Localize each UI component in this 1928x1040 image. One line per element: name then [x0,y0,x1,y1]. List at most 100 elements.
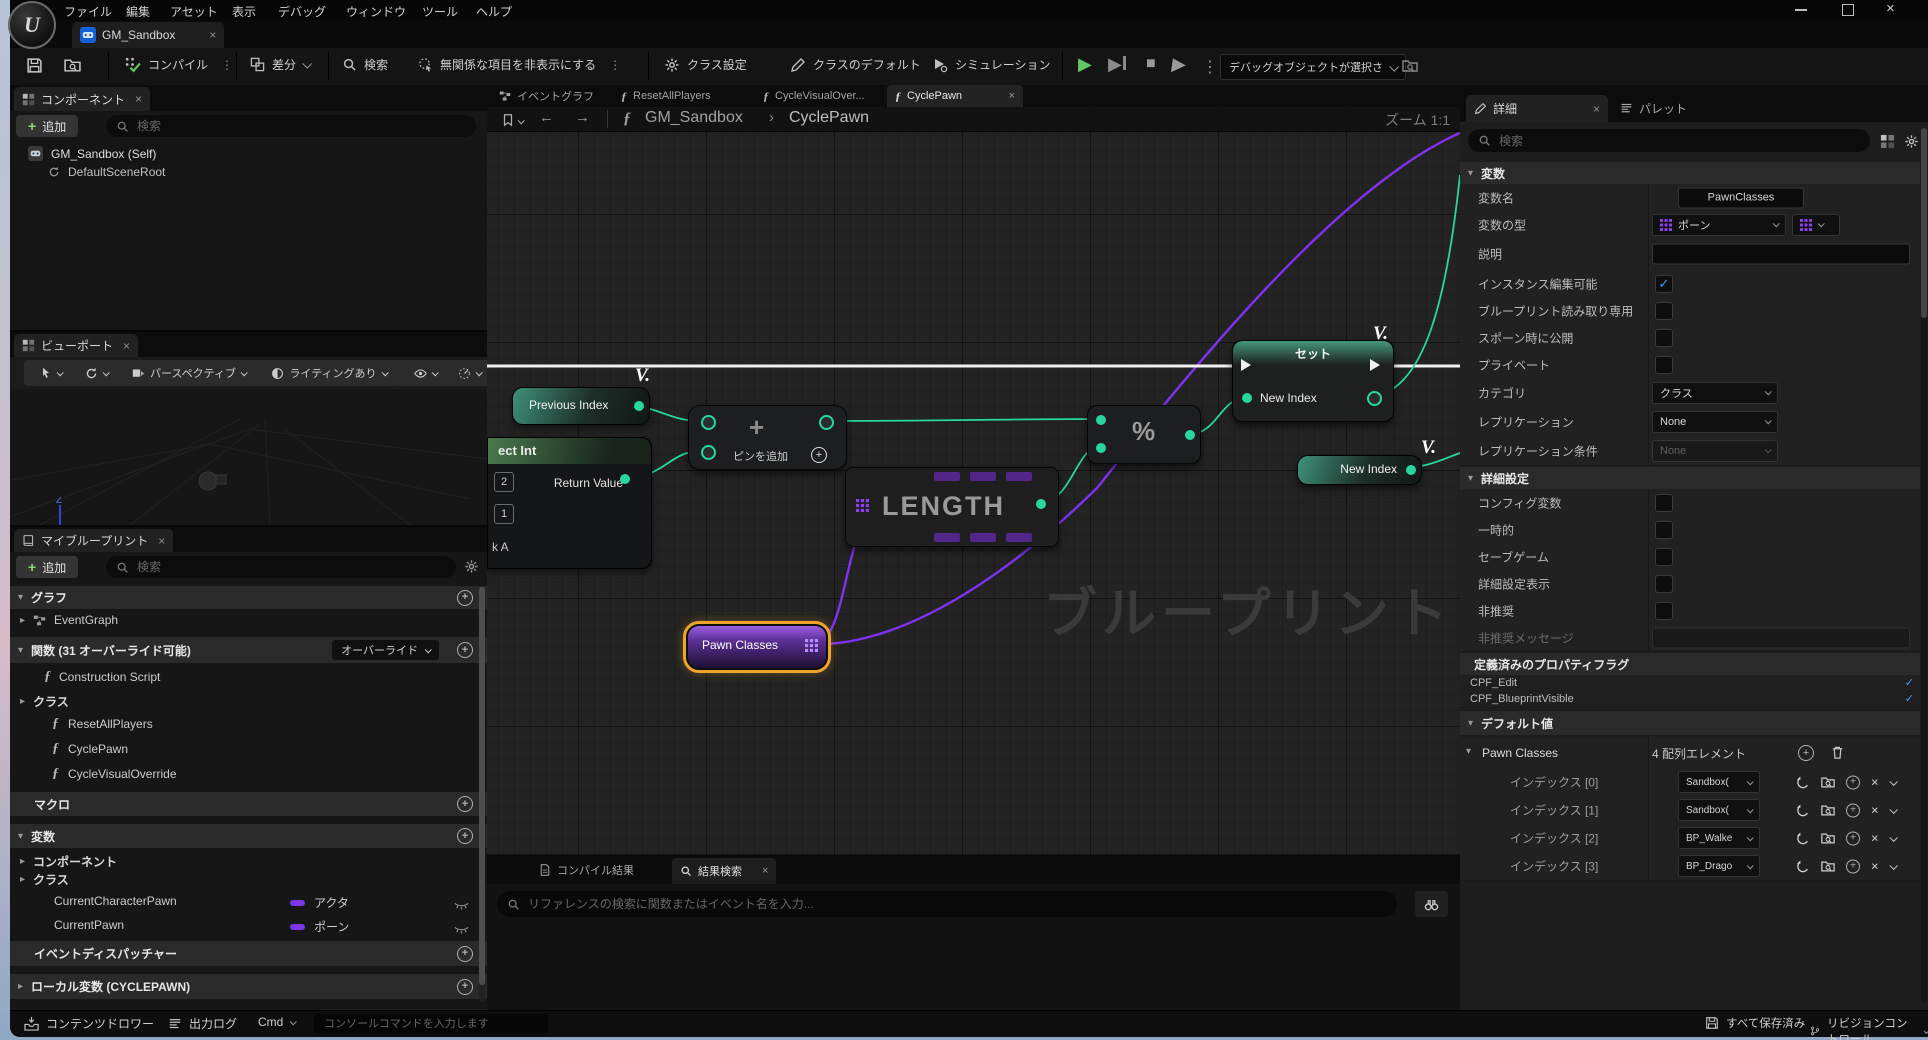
class-defaults-button[interactable]: クラスのデフォルト [790,56,921,73]
element-options-icon[interactable] [1889,805,1897,813]
element-clear-icon[interactable]: × [1871,803,1879,818]
element-clear-icon[interactable]: × [1871,775,1879,790]
transient-checkbox[interactable] [1655,521,1673,539]
find-in-blueprints-button[interactable] [1415,891,1448,917]
add-graph-icon[interactable]: + [457,590,473,606]
collapse-icon[interactable]: ▾ [18,592,23,603]
asset-tab-gm-sandbox[interactable]: GM_Sandbox × [72,22,224,48]
details-settings-gear-icon[interactable] [1904,133,1919,151]
expand-icon[interactable]: ▸ [20,696,25,707]
input-literal[interactable]: 2 [494,472,514,492]
array-element-dropdown[interactable]: Sandbox( [1678,771,1760,793]
menu-help[interactable]: ヘルプ [476,3,512,20]
description-input[interactable] [1652,244,1910,265]
element-add-icon[interactable]: + [1846,775,1860,789]
compile-options-icon[interactable]: ⋮ [221,58,233,72]
savegame-checkbox[interactable] [1655,548,1673,566]
expose-on-spawn-checkbox[interactable] [1655,329,1673,347]
expand-icon[interactable]: ▸ [20,874,25,885]
graph-section-header[interactable]: ▾グラフ+ [10,586,487,609]
add-dispatcher-icon[interactable]: + [457,946,473,962]
debug-browse-icon[interactable] [1402,57,1418,75]
play-button[interactable]: ▶ [1078,54,1092,75]
array-add-icon[interactable]: + [1798,745,1814,761]
element-clear-icon[interactable]: × [1871,831,1879,846]
function-row-reset[interactable]: ƒResetAllPlayers [52,716,153,732]
close-icon[interactable]: × [1593,102,1600,116]
graph-tab-cycle-pawn[interactable]: ƒCyclePawn× [887,85,1023,107]
use-selected-icon[interactable] [1796,775,1810,789]
variables-section-header[interactable]: ▾変数+ [10,824,487,848]
functions-section-header[interactable]: ▾関数 (31 オーバーライド可能) オーバーライド + [10,637,487,663]
trash-icon[interactable] [1830,744,1845,762]
menu-window[interactable]: ウィンドウ [346,3,406,20]
variable-type-dropdown[interactable]: ポーン [1652,214,1786,236]
add-macro-icon[interactable]: + [457,796,473,812]
details-tab[interactable]: 詳細 × [1466,95,1608,122]
close-icon[interactable]: × [123,339,130,353]
blueprint-graph-canvas[interactable]: ブループリント Previous Index V. [487,107,1460,855]
details-search[interactable] [1468,129,1870,152]
function-row-cycle-pawn[interactable]: ƒCyclePawn [52,741,128,757]
input-pin[interactable] [1096,443,1106,453]
cmd-dropdown[interactable]: Cmd [258,1015,295,1029]
deprecated-checkbox[interactable] [1655,602,1673,620]
category-dropdown[interactable]: クラス [1652,382,1778,404]
close-icon[interactable]: × [1886,0,1895,17]
output-pin[interactable] [634,401,644,411]
element-clear-icon[interactable]: × [1871,859,1879,874]
array-element-dropdown[interactable]: BP_Drago [1678,855,1760,877]
my-blueprint-search[interactable] [106,556,456,578]
node-add[interactable]: + ピンを追加 + [688,405,847,470]
input-pin[interactable] [1242,393,1252,403]
add-component-button[interactable]: +追加 [16,115,78,137]
details-display-grid-icon[interactable] [1880,133,1895,151]
config-variable-checkbox[interactable] [1655,494,1673,512]
construction-script-row[interactable]: ƒConstruction Script [44,669,160,685]
graph-tab-cycle-visual[interactable]: ƒCycleVisualOver... [755,85,873,107]
details-search-input[interactable] [1497,133,1860,149]
collapse-icon[interactable]: ▾ [18,645,23,656]
hide-options-icon[interactable]: ⋮ [609,58,621,72]
browse-icon[interactable] [1821,803,1835,817]
dispatchers-section-header[interactable]: イベントディスパッチャー+ [10,941,487,966]
maximize-icon[interactable] [1842,4,1854,16]
element-add-icon[interactable]: + [1846,859,1860,873]
array-output-pin[interactable] [805,639,818,652]
blueprint-readonly-checkbox[interactable] [1655,302,1673,320]
compile-results-tab[interactable]: コンパイル結果 [531,859,642,881]
output-pin[interactable] [620,474,630,484]
node-set-new-index[interactable]: セット New Index [1232,340,1394,422]
output-pin[interactable] [1367,391,1382,406]
frame-skip-button[interactable]: ▶ [1108,54,1126,75]
browse-icon[interactable] [1821,831,1835,845]
blueprint-filter-gear-icon[interactable] [464,558,479,576]
array-element-dropdown[interactable]: Sandbox( [1678,799,1760,821]
close-icon[interactable]: × [158,534,165,548]
debug-object-dropdown[interactable]: デバッグオブジェクトが選択されていません [1220,54,1406,80]
close-icon[interactable]: × [1009,90,1015,102]
event-graph-row[interactable]: ▸EventGraph [20,613,118,627]
output-pin[interactable] [1036,499,1046,509]
compile-button[interactable]: コンパイル⋮ [124,56,233,73]
element-options-icon[interactable] [1889,777,1897,785]
use-selected-icon[interactable] [1796,803,1810,817]
element-add-icon[interactable]: + [1846,831,1860,845]
output-log-button[interactable]: 出力ログ [168,1015,237,1032]
revision-control-button[interactable]: リビジョンコントロール [1810,1015,1928,1040]
components-search-input[interactable] [135,118,466,134]
nav-forward-icon[interactable]: → [575,109,590,126]
my-blueprint-tab[interactable]: マイブループリント × [14,529,173,552]
menu-view[interactable]: 表示 [232,3,256,20]
add-local-var-icon[interactable]: + [457,979,473,995]
use-selected-icon[interactable] [1796,831,1810,845]
play-options-icon[interactable]: ⋮ [1202,57,1218,77]
console-input-box[interactable] [314,1014,548,1033]
menu-tools[interactable]: ツール [422,3,458,20]
menu-edit[interactable]: 編集 [126,3,150,20]
input-literal[interactable]: 1 [494,504,514,524]
local-vars-section-header[interactable]: ▸ローカル変数 (CYCLEPAWN)+ [10,974,487,999]
ue-logo[interactable]: U [8,1,56,49]
node-modulo[interactable]: % [1087,405,1201,464]
breadcrumb-root[interactable]: GM_Sandbox [645,109,743,127]
